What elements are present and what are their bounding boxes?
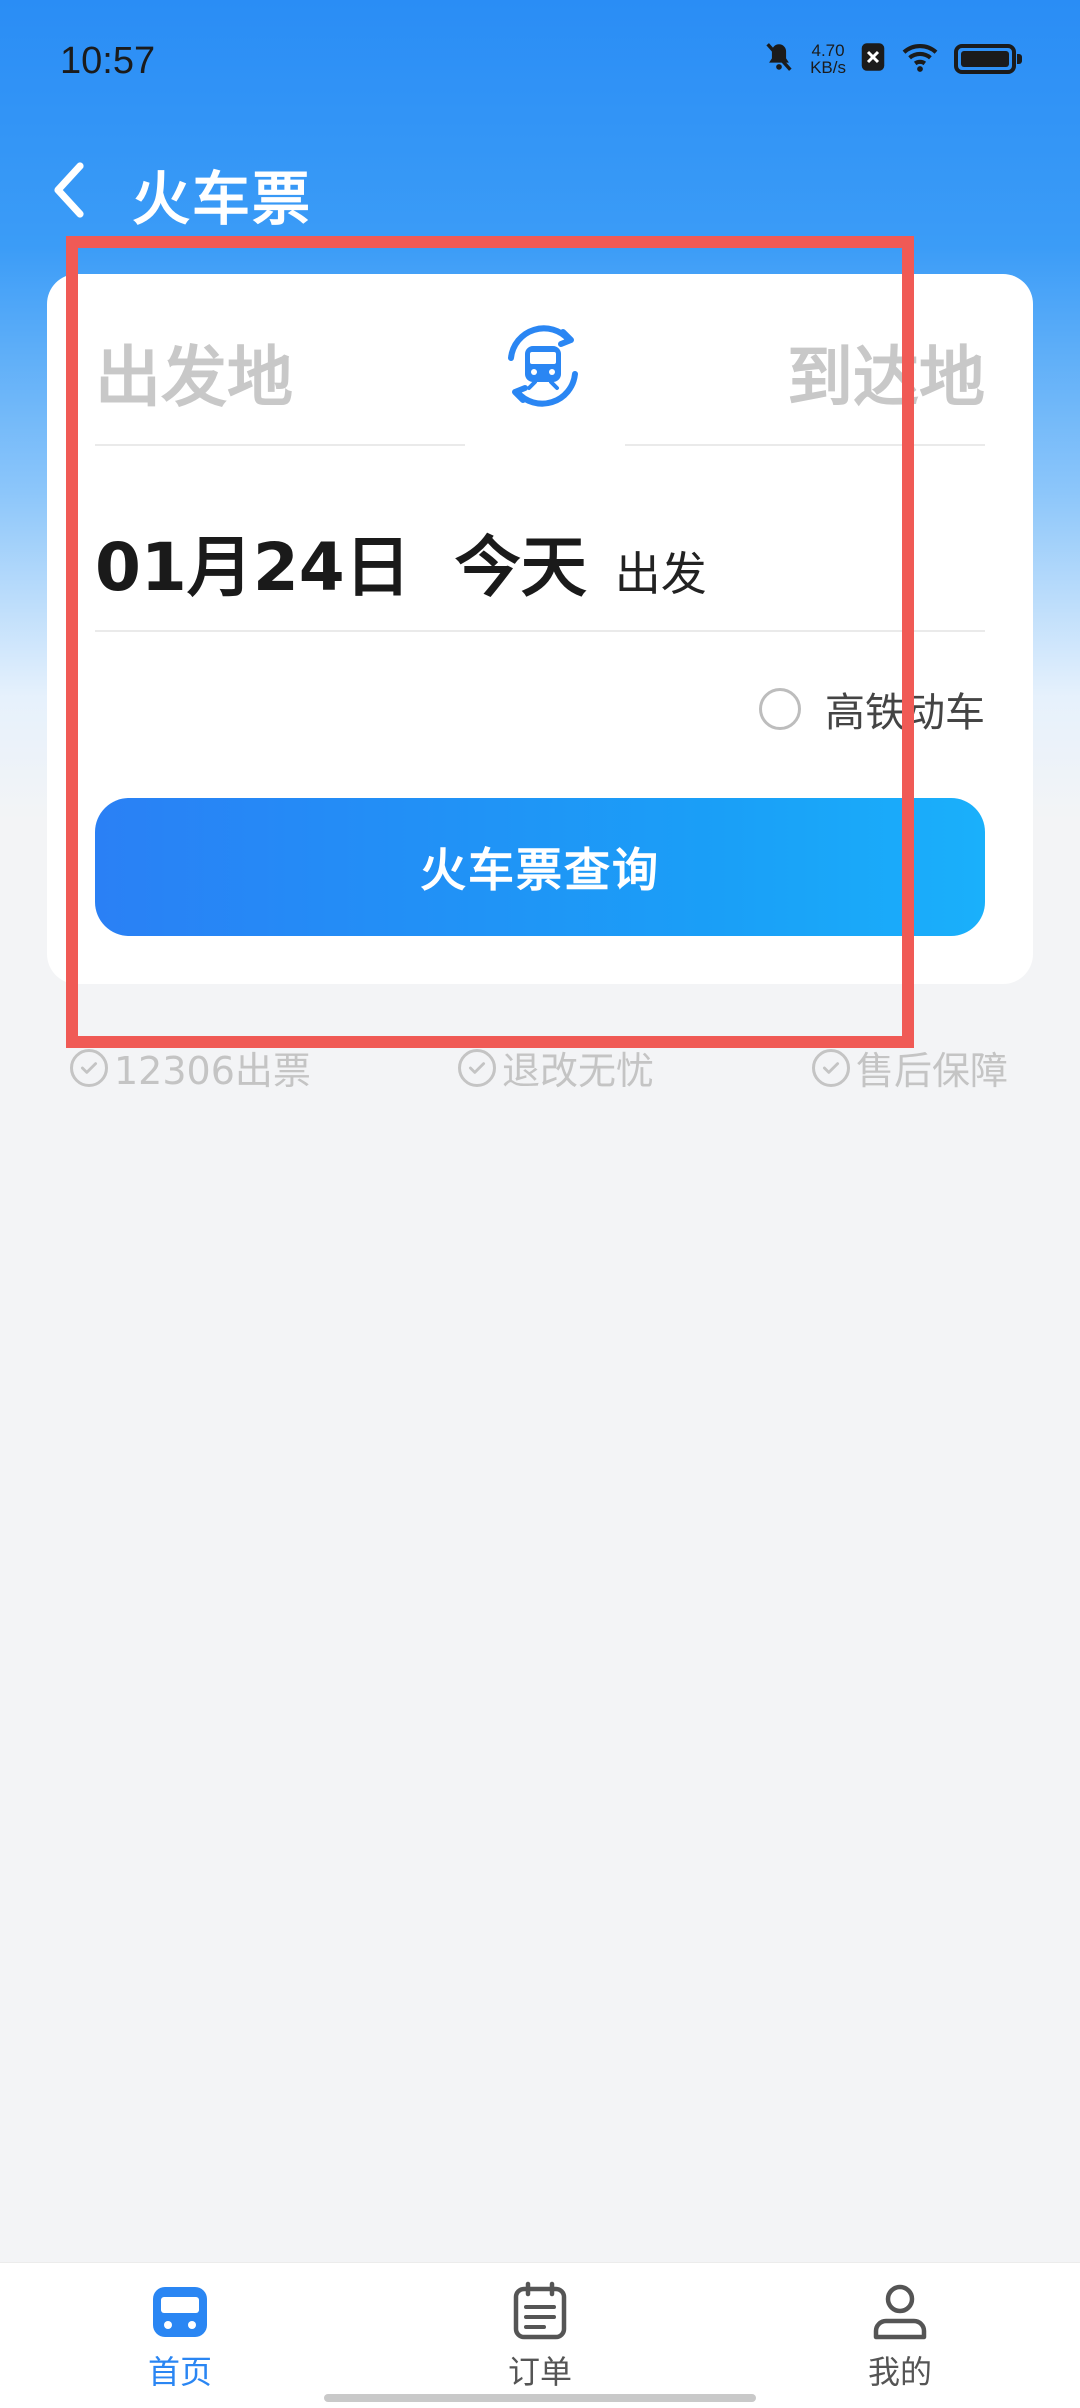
guarantee-label: 退改无忧 (502, 1049, 655, 1093)
sim-icon (860, 42, 886, 76)
nav-item-orders[interactable]: 订单 (440, 2281, 640, 2393)
divider (95, 444, 465, 446)
guarantee-item: 12306出票 (70, 1040, 311, 1095)
page-header: 火车票 (0, 140, 1080, 250)
check-circle-icon (458, 1048, 496, 1087)
mute-icon (762, 40, 796, 78)
network-speed: 4.70 KB/s (810, 42, 846, 76)
wifi-icon (900, 41, 940, 77)
guarantee-item: 售后保障 (812, 1040, 1008, 1095)
search-tickets-button[interactable]: 火车票查询 (95, 798, 985, 936)
departure-day: 今天 (454, 529, 587, 606)
divider (625, 444, 985, 446)
nav-item-home[interactable]: 首页 (80, 2281, 280, 2393)
date-selector[interactable]: 01月24日 今天 出发 (95, 514, 985, 634)
check-circle-icon (70, 1048, 108, 1087)
high-speed-label: 高铁动车 (825, 690, 985, 736)
status-time: 10:57 (60, 40, 156, 82)
back-button[interactable] (40, 150, 100, 230)
train-icon (153, 2287, 207, 2337)
page-title: 火车票 (132, 165, 313, 233)
bottom-navigation: 首页 订单 我的 (0, 2262, 1080, 2408)
network-speed-unit: KB/s (810, 58, 846, 77)
depart-label: 出发 (614, 547, 707, 601)
nav-label-orders: 订单 (507, 2353, 572, 2391)
guarantee-label: 售后保障 (856, 1049, 1009, 1093)
departure-date: 01月24日 (95, 529, 411, 606)
guarantees-row: 12306出票 退改无忧 售后保障 (0, 1040, 1080, 1100)
nav-label-home: 首页 (147, 2353, 212, 2391)
nav-item-profile[interactable]: 我的 (800, 2281, 1000, 2393)
network-speed-value: 4.70 (811, 41, 845, 60)
high-speed-option[interactable]: 高铁动车 (759, 680, 985, 738)
status-icons: 4.70 KB/s (762, 40, 1022, 78)
arrival-station-field[interactable]: 到达地 (787, 324, 985, 420)
divider (95, 630, 985, 632)
orders-icon (513, 2281, 567, 2340)
station-row: 出发地 到达地 (95, 324, 985, 434)
swap-stations-button[interactable] (491, 314, 595, 418)
search-card: 出发地 到达地 01月24日 今天 出发 高铁动车 火车票查询 (47, 274, 1033, 984)
nav-label-profile: 我的 (867, 2353, 932, 2391)
high-speed-radio[interactable] (759, 688, 801, 730)
guarantee-item: 退改无忧 (458, 1040, 654, 1095)
home-indicator (324, 2394, 756, 2402)
chevron-left-icon (54, 162, 84, 218)
check-circle-icon (812, 1048, 850, 1087)
status-bar: 10:57 4.70 KB/s (0, 0, 1080, 125)
guarantee-label: 12306出票 (114, 1049, 311, 1093)
departure-station-field[interactable]: 出发地 (95, 324, 293, 420)
battery-icon (954, 44, 1022, 74)
user-icon (873, 2284, 927, 2340)
train-swap-icon (508, 325, 578, 407)
